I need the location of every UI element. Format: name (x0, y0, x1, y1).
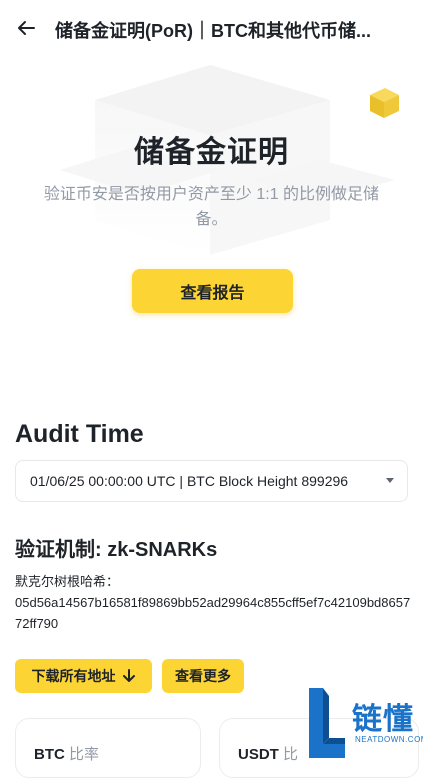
audit-time-heading: Audit Time (15, 420, 144, 448)
card-suffix: 比 (283, 746, 299, 763)
audit-time-select[interactable]: 01/06/25 00:00:00 UTC | BTC Block Height… (15, 460, 408, 502)
caret-down-icon (386, 478, 394, 483)
page-title: 储备金证明(PoR)｜BTC和其他代币储... (55, 21, 371, 41)
hero-description: 验证币安是否按用户资产至少 1:1 的比例做足储备。 (43, 186, 380, 228)
watermark-l-mark-icon (309, 688, 345, 758)
top-bar: 储备金证明(PoR)｜BTC和其他代币储... (0, 0, 423, 60)
download-all-label: 下载所有地址 (31, 668, 116, 684)
merkle-root-hash: 05d56a14567b16581f89869bb52ad29964c855cf… (15, 595, 411, 631)
watermark-site: NEATDOWN.COM (355, 735, 423, 744)
back-arrow-icon[interactable] (14, 16, 38, 40)
download-all-addresses-button[interactable]: 下载所有地址 (15, 659, 152, 693)
view-more-button[interactable]: 查看更多 (162, 659, 244, 693)
verification-mechanism-heading: 验证机制: zk-SNARKs (15, 539, 218, 561)
card-asset: BTC (34, 746, 65, 763)
merkle-root-label: 默克尔树根哈希： (15, 574, 120, 589)
watermark-logo: 链懂 NEATDOWN.COM (305, 688, 423, 758)
card-asset: USDT (238, 746, 279, 763)
hero-title: 储备金证明 (134, 136, 289, 169)
card-title: BTC 比率 (34, 743, 99, 764)
card-title: USDT 比 (238, 743, 298, 764)
view-report-button[interactable]: 查看报告 (132, 269, 293, 313)
download-arrow-icon (122, 669, 135, 682)
audit-time-value: 01/06/25 00:00:00 UTC | BTC Block Height… (30, 473, 349, 489)
hero-section: 储备金证明 验证币安是否按用户资产至少 1:1 的比例做足储备。 查看报告 (0, 60, 423, 360)
btc-ratio-card[interactable]: BTC 比率 (15, 718, 201, 778)
card-suffix: 比率 (69, 746, 100, 763)
watermark-brand: 链懂 (352, 703, 414, 736)
